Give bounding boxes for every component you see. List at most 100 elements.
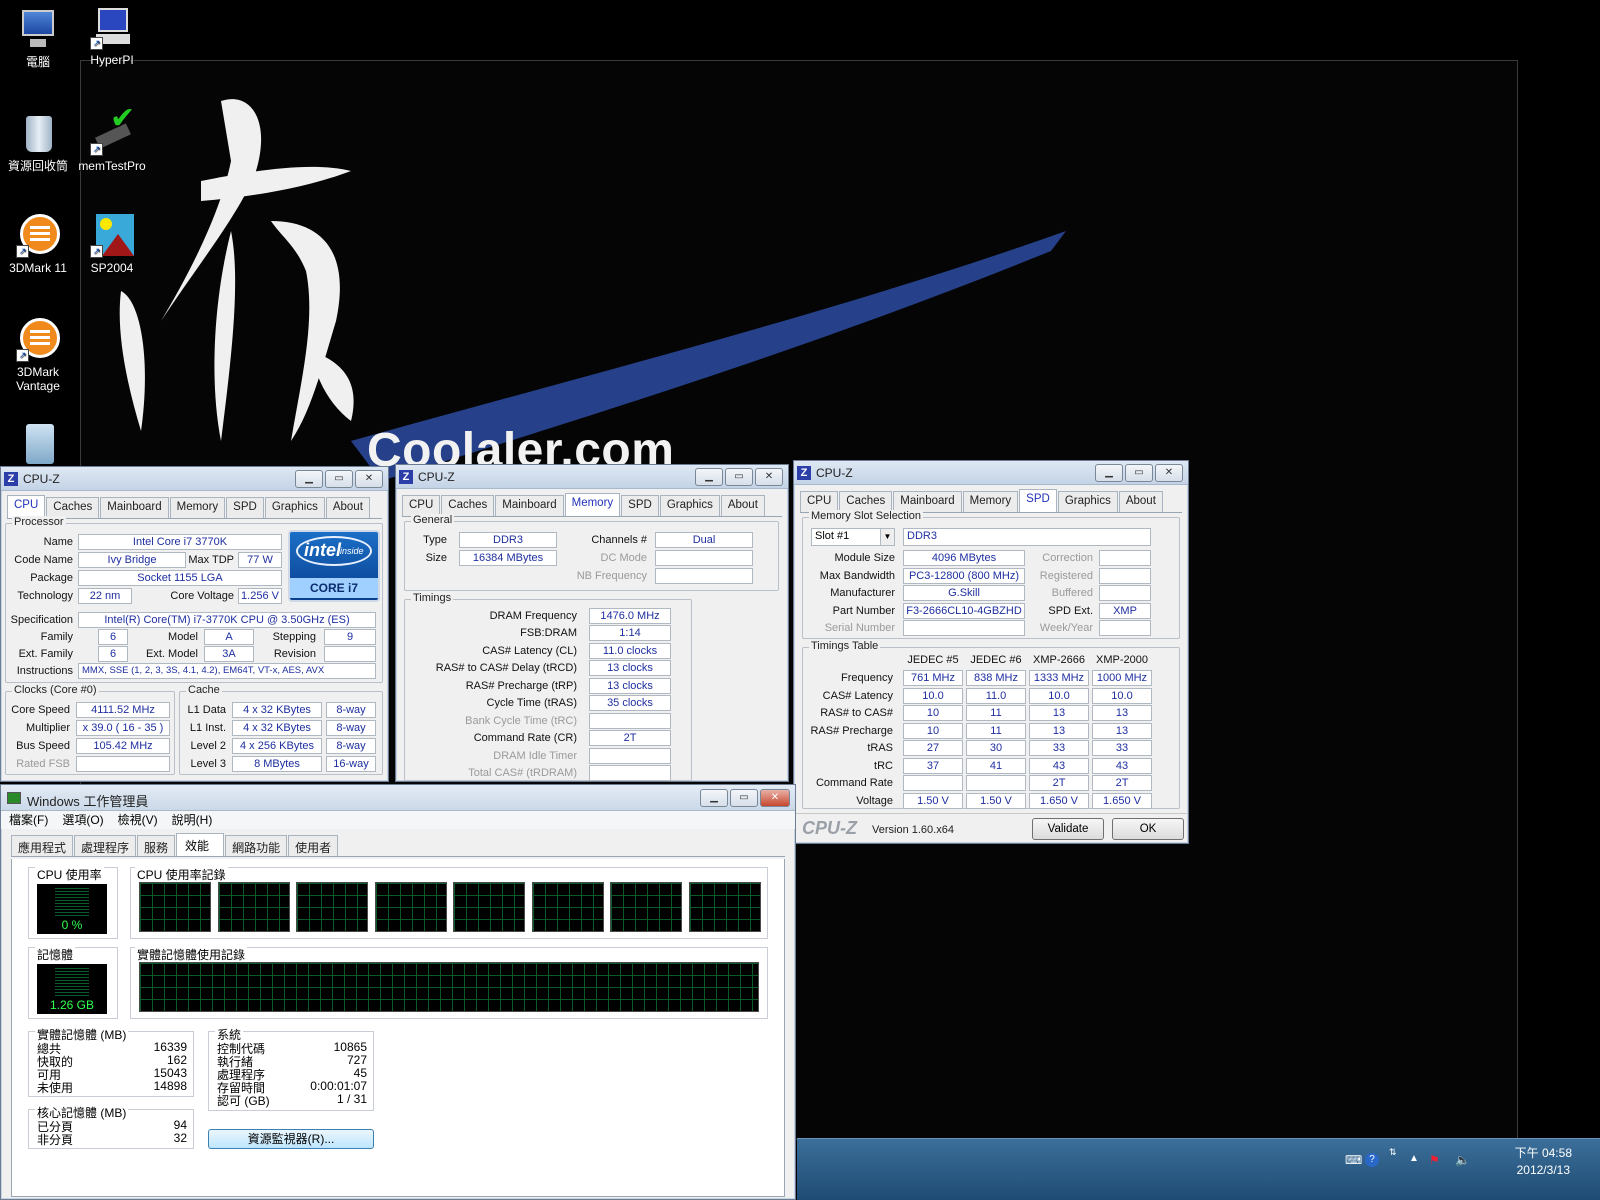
- desktop-icon-hyperpi[interactable]: ↗ HyperPI: [74, 6, 150, 67]
- stat-label: 非分頁: [37, 1133, 74, 1147]
- corespeed-value: 4111.52 MHz: [76, 702, 170, 718]
- close-button[interactable]: ✕: [355, 470, 383, 488]
- instructions-value: MMX, SSE (1, 2, 3, 3S, 4.1, 4.2), EM64T,…: [78, 663, 376, 679]
- close-button[interactable]: ✕: [760, 789, 790, 807]
- maximize-button[interactable]: ▭: [730, 789, 758, 807]
- tab-strip: CPU Caches Mainboard Memory SPD Graphics…: [402, 493, 782, 517]
- maximize-button[interactable]: ▭: [725, 468, 753, 486]
- weekyear-value: [1099, 620, 1151, 636]
- volume-icon[interactable]: 🔈: [1455, 1153, 1470, 1167]
- technology-label: Technology: [17, 590, 73, 602]
- tab-graphics[interactable]: Graphics: [1057, 491, 1118, 512]
- minimize-button[interactable]: ▁: [695, 468, 723, 486]
- tab-about[interactable]: About: [1118, 491, 1163, 512]
- validate-button[interactable]: Validate: [1032, 818, 1104, 840]
- desktop-icon-recycle-bin[interactable]: 資源回收筒: [0, 112, 76, 173]
- tab-cpu[interactable]: CPU: [402, 495, 441, 516]
- flag-icon[interactable]: ⚑: [1429, 1153, 1440, 1167]
- tab-graphics[interactable]: Graphics: [264, 497, 325, 518]
- spdext-value: XMP: [1099, 603, 1151, 619]
- modulesize-value: 4096 MBytes: [903, 550, 1025, 566]
- title-bar[interactable]: Z CPU-Z ▁ ▭ ✕: [396, 465, 788, 489]
- task-manager-window: Windows 工作管理員 ▁ ▭ ✕ 檔案(F) 選項(O) 檢視(V) 說明…: [0, 784, 796, 1200]
- general-group: General Type DDR3 Size 16384 MBytes Chan…: [404, 514, 779, 591]
- column-header: XMP-2666: [1033, 654, 1085, 666]
- tab-caches[interactable]: Caches: [441, 495, 495, 516]
- voltage-label: Core Voltage: [170, 590, 234, 602]
- close-button[interactable]: ✕: [1155, 464, 1183, 482]
- minimize-button[interactable]: ▁: [295, 470, 323, 488]
- timing-value: 2T: [589, 730, 671, 746]
- maximize-button[interactable]: ▭: [325, 470, 353, 488]
- group-label: General: [411, 514, 455, 526]
- tab-cpu[interactable]: CPU: [7, 495, 46, 518]
- minimize-button[interactable]: ▁: [1095, 464, 1123, 482]
- spec-value: Intel(R) Core(TM) i7-3770K CPU @ 3.50GHz…: [78, 612, 376, 628]
- cpu-core-graph: [610, 882, 682, 932]
- tab-services[interactable]: 服務: [137, 835, 176, 856]
- tab-processes[interactable]: 處理程序: [74, 835, 137, 856]
- close-button[interactable]: ✕: [755, 468, 783, 486]
- intel-core-i7-logo: intel inside CORE i7: [288, 530, 380, 602]
- network-icon[interactable]: ⇅: [1389, 1147, 1397, 1158]
- tab-performance[interactable]: 效能: [176, 833, 225, 856]
- desktop-icon-3dmark11[interactable]: ↗ 3DMark 11: [0, 214, 76, 275]
- tab-about[interactable]: About: [325, 497, 370, 518]
- ok-button[interactable]: OK: [1112, 818, 1184, 840]
- tab-memory[interactable]: Memory: [962, 491, 1019, 512]
- resource-monitor-button[interactable]: 資源監視器(R)...: [208, 1129, 374, 1149]
- performance-panel: CPU 使用率 0 % CPU 使用率記錄 記憶體 1.26 GB 實體記憶體使…: [11, 859, 785, 1197]
- timing-cell: 43: [1029, 757, 1089, 774]
- stat-value: 16339: [153, 1040, 187, 1054]
- tab-mainboard[interactable]: Mainboard: [893, 491, 962, 512]
- menu-file[interactable]: 檔案(F): [9, 811, 48, 829]
- menu-help[interactable]: 說明(H): [172, 811, 213, 829]
- title-bar[interactable]: Z CPU-Z ▁ ▭ ✕: [1, 467, 388, 491]
- dcmode-label: DC Mode: [600, 552, 647, 564]
- keyboard-icon[interactable]: ⌨: [1345, 1153, 1362, 1167]
- show-hidden-icon[interactable]: ▲: [1409, 1153, 1419, 1164]
- tab-networking[interactable]: 網路功能: [225, 835, 288, 856]
- tab-users[interactable]: 使用者: [288, 835, 339, 856]
- tab-spd[interactable]: SPD: [1019, 489, 1057, 512]
- cpuz-spd-window: Z CPU-Z ▁ ▭ ✕ CPU Caches Mainboard Memor…: [793, 460, 1189, 844]
- version-text: Version 1.60.x64: [872, 824, 954, 836]
- tab-about[interactable]: About: [720, 495, 765, 516]
- title-bar[interactable]: Z CPU-Z ▁ ▭ ✕: [794, 461, 1188, 485]
- timing-cell: 37: [903, 757, 963, 774]
- tab-caches[interactable]: Caches: [839, 491, 893, 512]
- menu-view[interactable]: 檢視(V): [118, 811, 158, 829]
- cpuz-cpu-window: Z CPU-Z ▁ ▭ ✕ CPU Caches Mainboard Memor…: [0, 466, 389, 782]
- minimize-button[interactable]: ▁: [700, 789, 728, 807]
- voltage-value: 1.256 V: [238, 588, 282, 604]
- tab-spd[interactable]: SPD: [621, 495, 659, 516]
- maximize-button[interactable]: ▭: [1125, 464, 1153, 482]
- tab-mainboard[interactable]: Mainboard: [100, 497, 169, 518]
- tab-memory[interactable]: Memory: [169, 497, 226, 518]
- help-icon[interactable]: ?: [1365, 1153, 1379, 1167]
- desktop-icon-partial[interactable]: [0, 420, 76, 467]
- cpu-usage-label: CPU 使用率: [35, 866, 104, 883]
- tab-mainboard[interactable]: Mainboard: [495, 495, 564, 516]
- tab-caches[interactable]: Caches: [46, 497, 100, 518]
- title-bar[interactable]: Windows 工作管理員 ▁ ▭ ✕: [1, 785, 795, 811]
- tab-spd[interactable]: SPD: [226, 497, 264, 518]
- slot-select-value: Slot #1: [815, 530, 850, 542]
- chevron-down-icon[interactable]: ▼: [880, 529, 894, 545]
- memtestpro-icon: ✔ ↗: [90, 104, 135, 156]
- timing-cell: 10: [903, 722, 963, 739]
- desktop-icon-3dmark-vantage[interactable]: ↗ 3DMark Vantage: [0, 318, 76, 393]
- tab-cpu[interactable]: CPU: [800, 491, 839, 512]
- desktop-icon-computer[interactable]: 電腦: [0, 8, 76, 69]
- desktop-icon-memtestpro[interactable]: ✔ ↗ memTestPro: [74, 104, 150, 174]
- intel-inside: inside: [340, 546, 364, 556]
- tab-memory[interactable]: Memory: [564, 493, 621, 516]
- menu-options[interactable]: 選項(O): [62, 811, 103, 829]
- taskbar-clock[interactable]: 下午 04:58 2012/3/13: [1515, 1145, 1572, 1179]
- tab-applications[interactable]: 應用程式: [11, 835, 74, 856]
- desktop-icon-sp2004[interactable]: ↗ SP2004: [74, 214, 150, 275]
- tab-graphics[interactable]: Graphics: [659, 495, 720, 516]
- slot-select[interactable]: Slot #1 ▼: [811, 528, 895, 546]
- group-label: Timings Table: [809, 640, 881, 652]
- type-label: Type: [423, 534, 447, 546]
